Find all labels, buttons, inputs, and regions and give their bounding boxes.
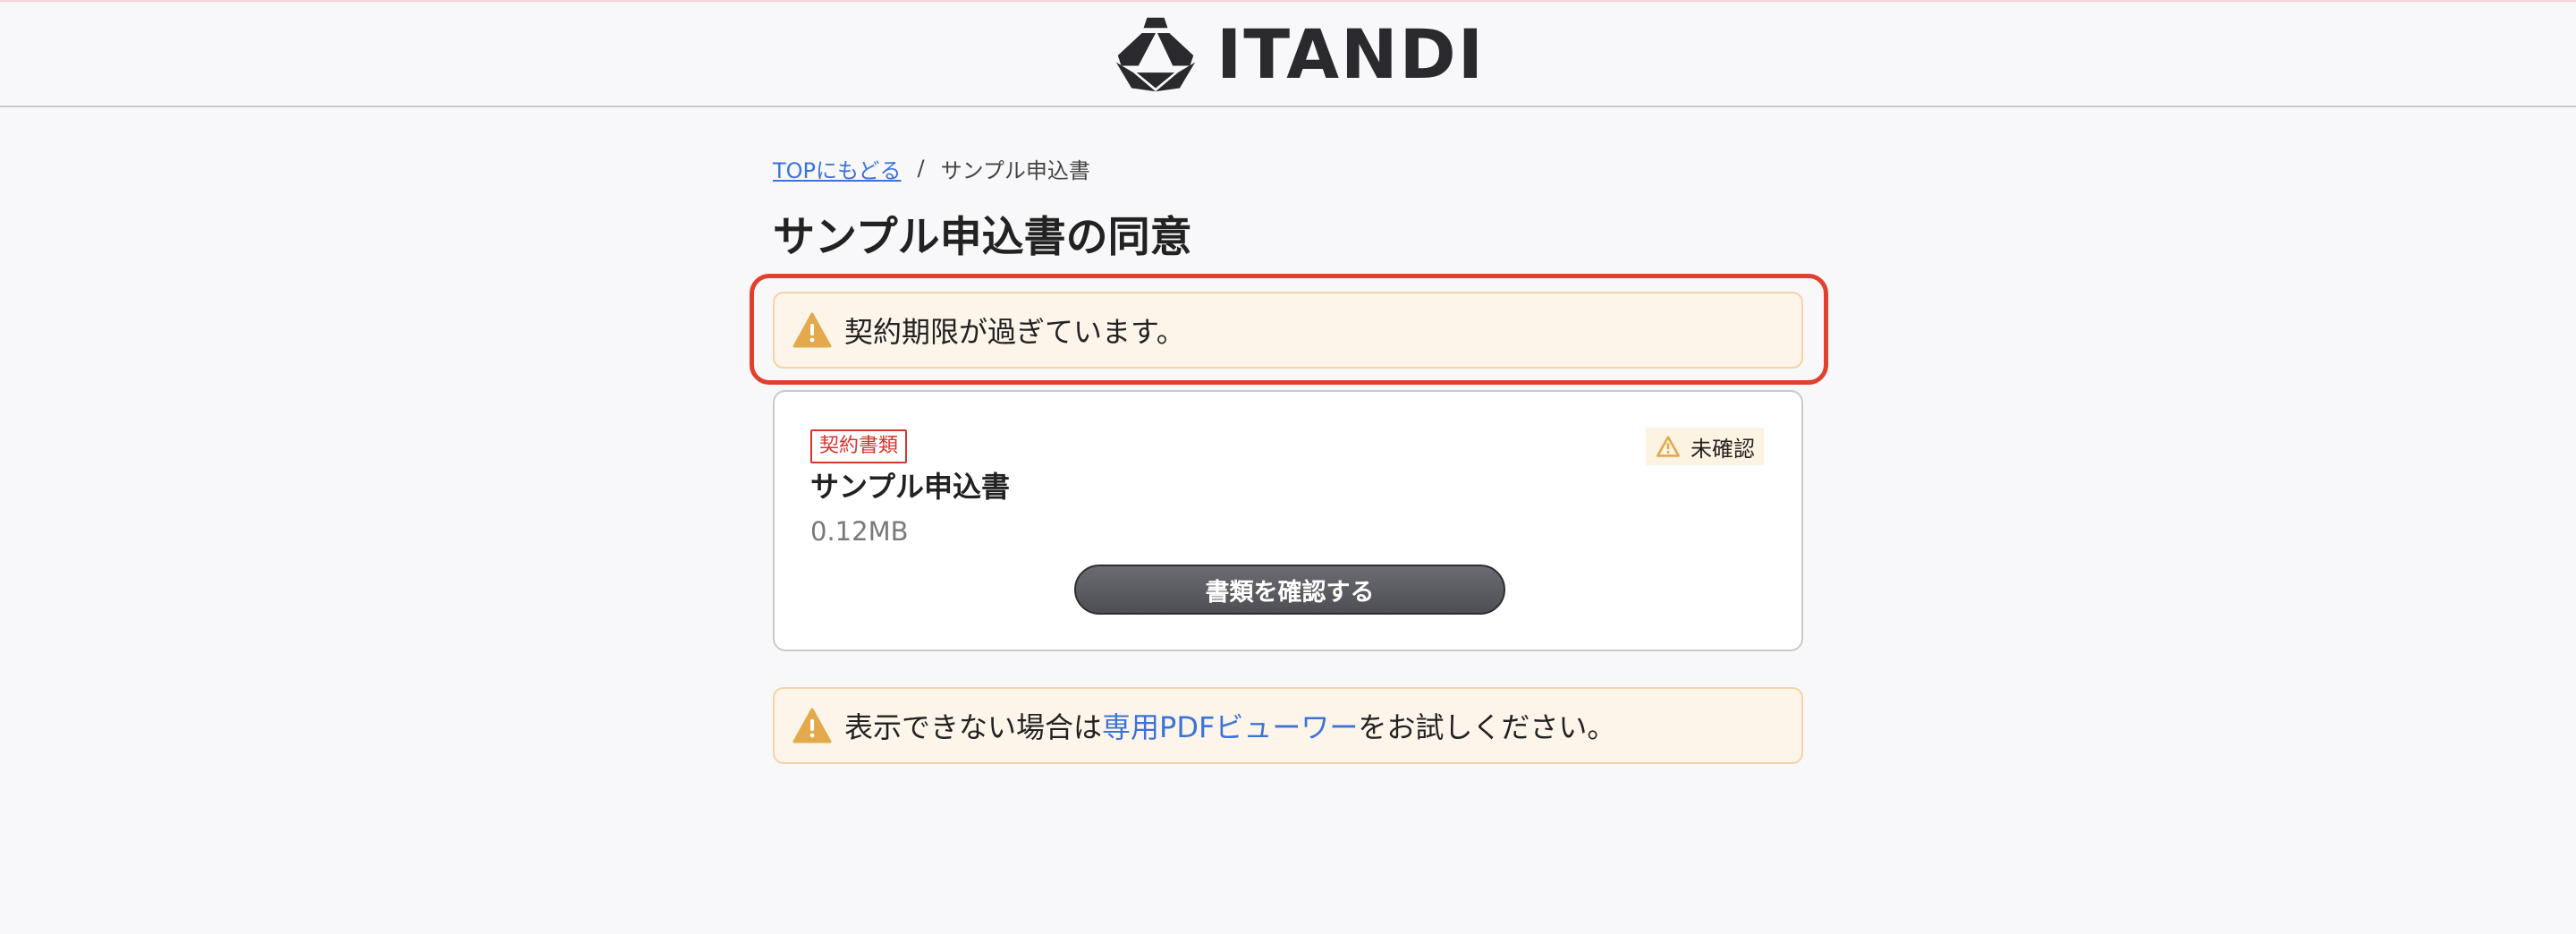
- expired-alert-text: 契約期限が過ぎています。: [844, 315, 1185, 349]
- breadcrumb: TOPにもどる / サンプル申込書: [773, 152, 1090, 184]
- pdf-alert-prefix: 表示できない場合は: [844, 710, 1103, 744]
- pdf-viewer-alert: 表示できない場合は 専用PDFビューワー をお試しください。: [773, 687, 1803, 764]
- document-card: 契約書類 未確認 サンプル申込書 0.12MB 書類を確認する: [773, 390, 1803, 651]
- itandi-logo-icon: [1115, 17, 1196, 92]
- expired-alert: 契約期限が過ぎています。: [773, 292, 1803, 369]
- pdf-alert-suffix: をお試しください。: [1358, 710, 1616, 744]
- page-title: サンプル申込書の同意: [773, 213, 1192, 262]
- breadcrumb-separator: /: [917, 156, 925, 181]
- document-size: 0.12MB: [810, 516, 909, 547]
- breadcrumb-top-link[interactable]: TOPにもどる: [773, 153, 902, 184]
- site-header: ITANDI: [0, 2, 2576, 107]
- document-category-tag: 契約書類: [810, 429, 908, 463]
- brand-logo[interactable]: ITANDI: [1113, 14, 1485, 95]
- confirm-document-button[interactable]: 書類を確認する: [1074, 565, 1505, 615]
- document-status-text: 未確認: [1690, 436, 1755, 462]
- warning-outline-icon: [1657, 436, 1680, 457]
- warning-icon: [792, 708, 832, 743]
- breadcrumb-current: サンプル申込書: [940, 157, 1090, 183]
- document-status-badge: 未確認: [1646, 428, 1764, 465]
- pdf-viewer-link[interactable]: 専用PDFビューワー: [1102, 705, 1358, 746]
- document-name: サンプル申込書: [810, 470, 1011, 504]
- warning-icon: [792, 312, 832, 348]
- brand-name: ITANDI: [1216, 14, 1486, 94]
